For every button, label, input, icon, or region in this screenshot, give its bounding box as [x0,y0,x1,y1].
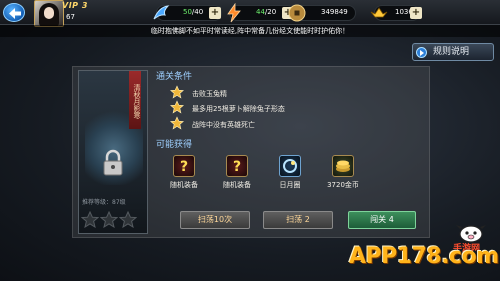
energy-icon [227,3,241,23]
player-level: 67 [66,13,75,21]
reward-item[interactable]: 日月圈 [272,155,308,190]
rewards-title: 可能获得 [156,140,193,150]
watermark-main: APP178.com [349,244,499,269]
gold-coins-icon [332,155,354,177]
tip-notice: 临时抱佛脚不如平时常读经,阵中常备几份经文使能时时护佑你！ [0,25,500,37]
copper-coin-icon [288,4,306,22]
sweep-10-button[interactable]: 扫荡10次 [180,211,250,229]
recommended-level: 推荐等级：87级 [82,199,126,206]
stamina-max: /40 [191,8,204,16]
reward-item[interactable]: ? 随机装备 [166,155,202,190]
conditions-title: 通关条件 [156,72,193,82]
rules-button-label: 规则说明 [433,47,470,57]
gold-star-icon [170,85,184,99]
back-arrow-icon [9,8,21,19]
random-equipment-icon: ? [173,155,195,177]
stage-card: 清秋月影寒 推荐等级：87级 [78,70,148,234]
gold-ingot-icon [370,7,388,18]
stamina-current: 50 [183,8,192,16]
coins-value: 349849 [321,8,348,16]
rules-button[interactable]: 规则说明 [412,43,494,61]
empty-star-icon [118,210,138,230]
gold-star-icon [170,116,184,130]
empty-star-icon [99,210,119,230]
reward-item[interactable]: ? 随机装备 [219,155,255,190]
energy-max: /20 [264,8,277,16]
energy-resource: 44/20 + [227,3,295,23]
gold-star-icon [170,100,184,114]
stamina-resource: 50/40 + [153,5,222,21]
vip-badge: VIP 3 [62,1,88,10]
gold-resource: 1036 + [370,5,422,21]
site-watermark: 手游网 APP178.com [349,225,499,281]
sun-moon-ring-icon [279,155,301,177]
energy-current: 44 [256,8,265,16]
stage-name: 清秋月影寒 [129,71,141,129]
player-avatar[interactable] [34,0,64,27]
svg-text:?: ? [233,159,241,175]
coins-resource: 349849 [288,4,356,22]
play-arrow-icon [416,47,427,58]
lock-icon [103,149,123,176]
add-gold-button[interactable]: + [410,7,422,19]
reward-item[interactable]: 3720金币 [325,155,361,190]
add-stamina-button[interactable]: + [209,7,221,19]
back-button[interactable] [3,3,25,22]
stage-stars [80,210,138,230]
random-equipment-icon: ? [226,155,248,177]
stamina-icon [153,5,170,20]
empty-star-icon [80,210,100,230]
top-bar: VIP 3 67 50/40 + 44/20 + 349849 1036 + [0,0,500,27]
sweep-button[interactable]: 扫荡 2 [263,211,333,229]
svg-text:?: ? [180,159,188,175]
